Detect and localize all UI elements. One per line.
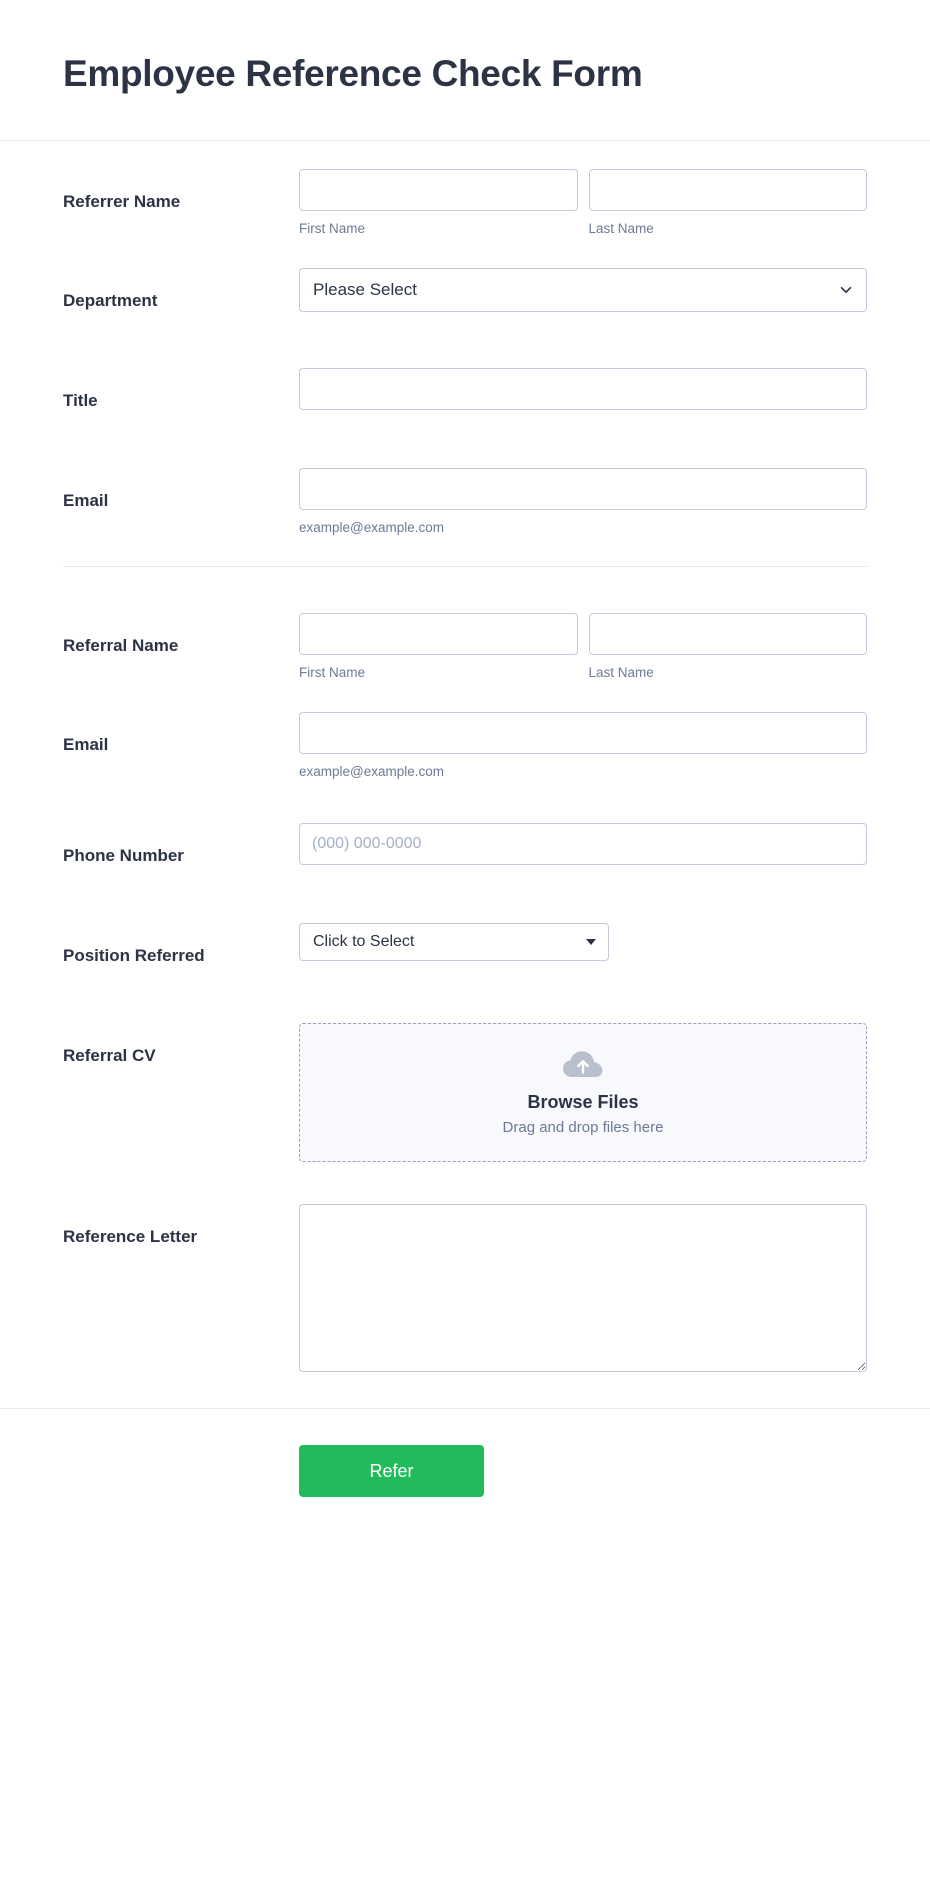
form-header: Employee Reference Check Form — [0, 0, 930, 142]
referral-last-name-cell: Last Name — [588, 613, 867, 682]
phone-number-input[interactable] — [299, 822, 867, 865]
referral-email-field: example@example.com — [299, 712, 867, 781]
referral-first-name-cell: First Name — [299, 613, 578, 682]
label-referrer-name: Referrer Name — [63, 192, 181, 212]
field-row-position-referred: Position Referred Click to Select — [0, 922, 930, 981]
referrer-first-name-sublabel: First Name — [299, 221, 366, 237]
drag-and-drop-hint: Drag and drop files here — [502, 1119, 664, 1137]
label-referrer-email: Email — [63, 490, 109, 510]
referrer-email-field: example@example.com — [299, 467, 867, 537]
field-row-referrer-name: Referrer Name First Name Last Name — [0, 169, 930, 238]
referral-name-inputs: First Name Last Name — [299, 613, 867, 682]
label-referral-cv: Referral CV — [63, 1045, 156, 1065]
reference-letter-field — [299, 1204, 867, 1373]
referrer-first-name-cell: First Name — [299, 169, 578, 238]
refer-submit-button[interactable]: Refer — [299, 1445, 484, 1498]
referral-first-name-sublabel: First Name — [299, 665, 366, 681]
referrer-first-name-input[interactable] — [299, 169, 578, 212]
label-referral-name: Referral Name — [63, 636, 179, 656]
label-reference-letter: Reference Letter — [63, 1227, 198, 1247]
field-row-referral-name: Referral Name First Name Last Name — [0, 613, 930, 682]
browse-files-label[interactable]: Browse Files — [310, 1092, 856, 1114]
title-field — [299, 367, 867, 410]
label-referral-email: Email — [63, 735, 109, 755]
referral-email-input[interactable] — [299, 712, 867, 755]
referrer-email-input[interactable] — [299, 467, 867, 510]
reference-letter-textarea[interactable] — [299, 1204, 867, 1373]
field-row-referral-cv: Referral CV Browse Files Drag and drop f… — [0, 1022, 930, 1163]
cloud-upload-icon — [563, 1050, 603, 1077]
label-phone-number: Phone Number — [63, 845, 184, 865]
label-title: Title — [63, 390, 98, 410]
referral-email-sublabel: example@example.com — [299, 764, 445, 780]
position-referred-select[interactable]: Click to Select — [299, 922, 609, 961]
phone-number-field — [299, 822, 867, 865]
title-input[interactable] — [299, 367, 867, 410]
department-select[interactable]: Please Select — [299, 267, 867, 312]
department-field: Please Select — [299, 267, 867, 312]
referrer-name-inputs: First Name Last Name — [299, 169, 867, 238]
referrer-last-name-cell: Last Name — [588, 169, 867, 238]
page-title: Employee Reference Check Form — [63, 53, 643, 94]
field-row-reference-letter: Reference Letter — [0, 1204, 930, 1373]
field-row-title: Title — [0, 367, 930, 426]
field-row-phone-number: Phone Number — [0, 822, 930, 881]
position-referred-field: Click to Select — [299, 922, 867, 961]
field-row-department: Department Please Select — [0, 267, 930, 326]
section-divider — [63, 566, 867, 568]
referrer-last-name-input[interactable] — [588, 169, 867, 212]
referrer-email-sublabel: example@example.com — [299, 519, 445, 535]
field-row-referrer-email: Email example@example.com — [0, 467, 930, 537]
referral-first-name-input[interactable] — [299, 613, 578, 656]
referral-cv-field: Browse Files Drag and drop files here — [299, 1022, 867, 1163]
file-upload-dropzone[interactable]: Browse Files Drag and drop files here — [299, 1022, 867, 1163]
label-department: Department — [63, 290, 158, 310]
referral-last-name-sublabel: Last Name — [588, 665, 654, 681]
form-body: Referrer Name First Name Last Name Depar… — [0, 141, 930, 1373]
label-position-referred: Position Referred — [63, 945, 205, 965]
form-footer: Refer — [0, 1408, 930, 1537]
field-row-referral-email: Email example@example.com — [0, 712, 930, 781]
referrer-last-name-sublabel: Last Name — [588, 221, 654, 237]
referral-last-name-input[interactable] — [588, 613, 867, 656]
department-select-wrapper[interactable]: Please Select — [299, 267, 867, 312]
position-referred-select-wrapper[interactable]: Click to Select — [299, 922, 609, 961]
